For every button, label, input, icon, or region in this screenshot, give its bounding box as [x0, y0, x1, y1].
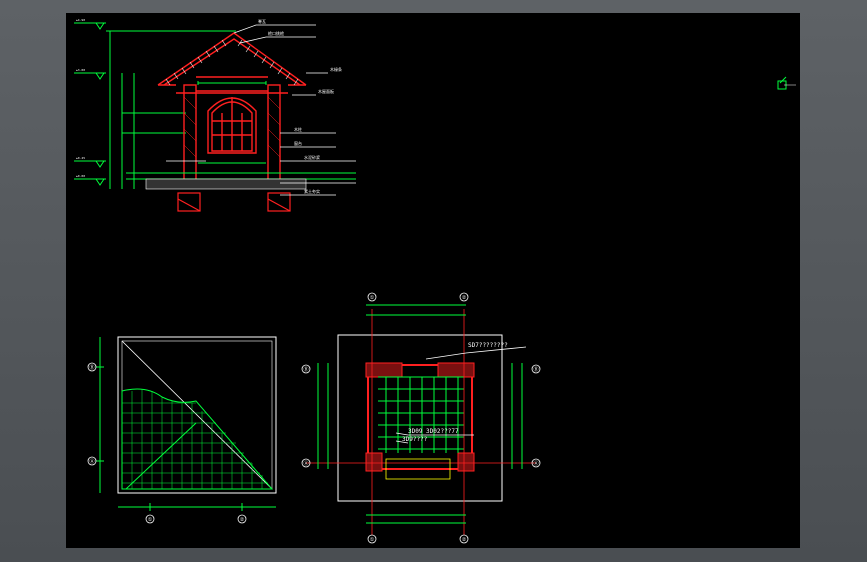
- svg-text:±0.00: ±0.00: [76, 174, 85, 178]
- axis-label: Ⓐ: [303, 460, 308, 467]
- section-label: 脊瓦: [258, 18, 266, 24]
- section-label: 素土夯实: [304, 188, 320, 194]
- axis-label: ②: [462, 295, 467, 301]
- section-label: 窗台: [294, 140, 302, 146]
- axis-label: ①: [148, 517, 153, 523]
- drawing-canvas: ±4.90 ±3.00 ±0.45 ±0.00 脊瓦 檐口挑檐 木椽条 木屋面板…: [74, 18, 796, 544]
- section-label: 木柱: [294, 126, 302, 132]
- cad-viewport[interactable]: ±4.90 ±3.00 ±0.45 ±0.00 脊瓦 檐口挑檐 木椽条 木屋面板…: [66, 13, 800, 548]
- axis-label: Ⓐ: [89, 458, 94, 465]
- section-label: 木屋面板: [318, 88, 334, 94]
- roof-plan: Ⓑ Ⓐ ① ②: [87, 336, 277, 524]
- section-label: 木椽条: [330, 66, 342, 72]
- axis-label: ②: [462, 537, 467, 543]
- section-label: 水泥砂浆: [304, 154, 320, 160]
- plan-annotation: 3D9????: [402, 436, 428, 443]
- plan-annotation: SD7????????: [468, 342, 508, 349]
- svg-text:±4.90: ±4.90: [76, 18, 85, 22]
- axis-label: Ⓑ: [89, 364, 94, 371]
- axis-label: Ⓑ: [533, 366, 538, 373]
- axis-label: Ⓐ: [533, 460, 538, 467]
- svg-text:±0.45: ±0.45: [76, 156, 85, 160]
- floor-plan: ① ② ① ② Ⓑ Ⓐ Ⓑ Ⓐ SD7???????? 3D09 3D02???…: [301, 292, 541, 544]
- axis-label: ②: [240, 517, 245, 523]
- ucs-icon: [777, 76, 796, 90]
- axis-label: ①: [370, 537, 375, 543]
- section-elevation: ±4.90 ±3.00 ±0.45 ±0.00 脊瓦 檐口挑檐 木椽条 木屋面板…: [74, 18, 356, 212]
- axis-label: ①: [370, 295, 375, 301]
- svg-text:±3.00: ±3.00: [76, 68, 85, 72]
- section-label: 檐口挑檐: [268, 30, 284, 36]
- axis-label: Ⓑ: [303, 366, 308, 373]
- plan-annotation: 3D09 3D02???77: [408, 428, 459, 435]
- arched-window: [207, 97, 257, 154]
